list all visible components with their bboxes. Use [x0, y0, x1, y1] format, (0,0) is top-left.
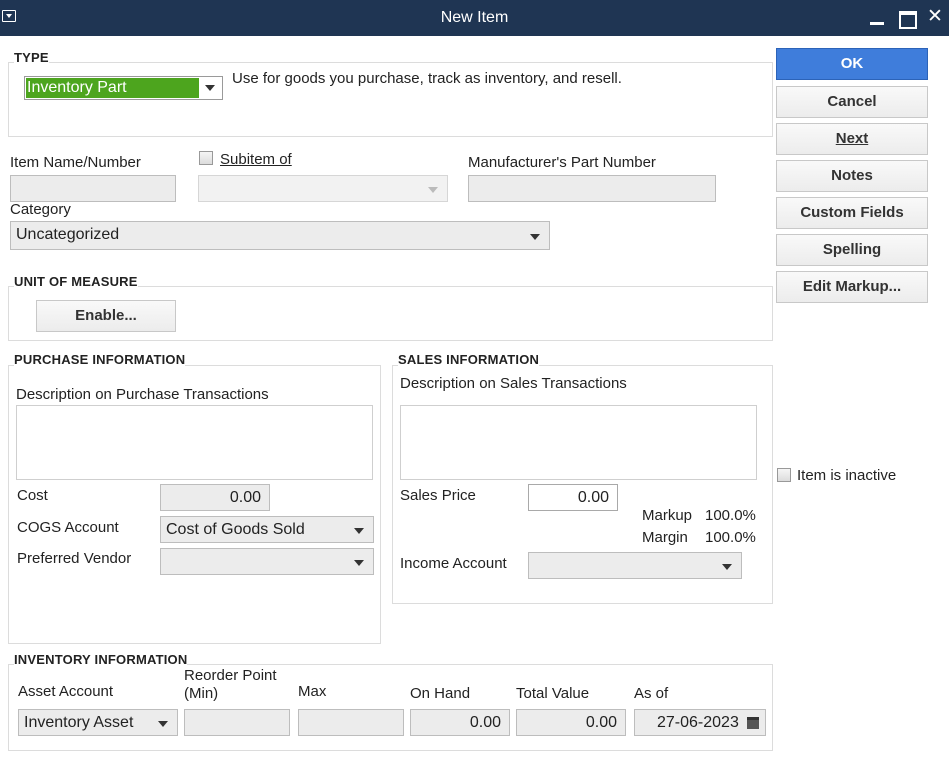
- chevron-down-icon: [205, 85, 215, 91]
- on-hand-label: On Hand: [410, 685, 471, 702]
- maximize-icon[interactable]: [897, 8, 917, 29]
- on-hand-input[interactable]: 0.00: [410, 709, 510, 736]
- item-type-value: Inventory Part: [26, 78, 199, 98]
- cost-input[interactable]: 0.00: [160, 484, 270, 511]
- inventory-group: [8, 664, 773, 751]
- sales-description-label: Description on Sales Transactions: [400, 375, 627, 392]
- window-title: New Item: [440, 9, 509, 26]
- cost-value: 0.00: [229, 489, 261, 506]
- item-inactive-label: Item is inactive: [797, 467, 897, 484]
- max-label: Max: [298, 683, 327, 700]
- margin-value: 100.0%: [705, 529, 756, 546]
- subitem-select[interactable]: [198, 175, 448, 202]
- reorder-point-label: Reorder Point: [184, 667, 277, 684]
- category-value: Uncategorized: [16, 226, 120, 243]
- enable-uom-button[interactable]: Enable...: [36, 300, 176, 332]
- next-button[interactable]: Next: [776, 123, 928, 155]
- item-name-label: Item Name/Number: [10, 154, 141, 171]
- preferred-vendor-select[interactable]: [160, 548, 374, 575]
- as-of-label: As of: [634, 685, 669, 702]
- asset-account-select[interactable]: Inventory Asset: [18, 709, 178, 736]
- as-of-date-value: 27-06-2023: [657, 714, 739, 731]
- cost-label: Cost: [17, 487, 48, 504]
- notes-button[interactable]: Notes: [776, 160, 928, 192]
- minimize-icon[interactable]: [868, 8, 886, 26]
- chevron-down-icon: [530, 234, 540, 240]
- cancel-button[interactable]: Cancel: [776, 86, 928, 118]
- on-hand-value: 0.00: [469, 714, 501, 731]
- inventory-heading: INVENTORY INFORMATION: [14, 652, 188, 667]
- chevron-down-icon: [354, 560, 364, 566]
- margin-label: Margin: [642, 529, 688, 546]
- chevron-down-icon: [722, 564, 732, 570]
- subitem-label: Subitem of: [220, 151, 292, 168]
- category-label: Category: [10, 201, 71, 218]
- preferred-vendor-label: Preferred Vendor: [17, 550, 132, 567]
- sales-description-input[interactable]: [400, 405, 757, 480]
- reorder-point-input[interactable]: [184, 709, 290, 736]
- sales-price-input[interactable]: 0.00: [528, 484, 618, 511]
- markup-label: Markup: [642, 507, 693, 524]
- type-description: Use for goods you purchase, track as inv…: [232, 70, 622, 87]
- purchase-description-label: Description on Purchase Transactions: [16, 386, 269, 403]
- chevron-down-icon: [158, 721, 168, 727]
- item-name-input[interactable]: [10, 175, 176, 202]
- income-account-select[interactable]: [528, 552, 742, 579]
- close-icon[interactable]: ✕: [926, 7, 944, 26]
- item-inactive-checkbox[interactable]: [777, 468, 791, 482]
- markup-value: 100.0%: [705, 507, 756, 524]
- edit-markup-button[interactable]: Edit Markup...: [776, 271, 928, 303]
- type-heading: TYPE: [14, 50, 49, 65]
- cogs-label: COGS Account: [17, 519, 119, 536]
- mfr-part-label: Manufacturer's Part Number: [468, 154, 656, 171]
- reorder-min-label: (Min): [184, 685, 219, 702]
- spelling-button[interactable]: Spelling: [776, 234, 928, 266]
- sales-price-value: 0.00: [577, 489, 609, 506]
- item-type-select[interactable]: Inventory Part: [24, 76, 223, 100]
- income-account-label: Income Account: [400, 555, 507, 572]
- total-value-input[interactable]: 0.00: [516, 709, 626, 736]
- cogs-account-select[interactable]: Cost of Goods Sold: [160, 516, 374, 543]
- purchase-description-input[interactable]: [16, 405, 373, 480]
- calendar-icon[interactable]: [747, 717, 759, 729]
- title-bar: New Item ✕: [0, 0, 949, 36]
- subitem-checkbox[interactable]: [199, 151, 213, 165]
- total-value-label: Total Value: [516, 685, 590, 702]
- cogs-account-value: Cost of Goods Sold: [166, 521, 305, 538]
- asset-account-value: Inventory Asset: [24, 714, 134, 731]
- max-input[interactable]: [298, 709, 404, 736]
- sales-heading: SALES INFORMATION: [398, 352, 540, 367]
- purchase-heading: PURCHASE INFORMATION: [14, 352, 186, 367]
- unit-of-measure-heading: UNIT OF MEASURE: [14, 274, 138, 289]
- chevron-down-icon: [354, 528, 364, 534]
- sales-price-label: Sales Price: [400, 487, 476, 504]
- total-value-value: 0.00: [585, 714, 617, 731]
- asset-account-label: Asset Account: [18, 683, 114, 700]
- chevron-down-icon: [428, 187, 438, 193]
- custom-fields-button[interactable]: Custom Fields: [776, 197, 928, 229]
- ok-button[interactable]: OK: [776, 48, 928, 80]
- as-of-date-input[interactable]: 27-06-2023: [634, 709, 766, 736]
- mfr-part-input[interactable]: [468, 175, 716, 202]
- category-select[interactable]: Uncategorized: [10, 221, 550, 250]
